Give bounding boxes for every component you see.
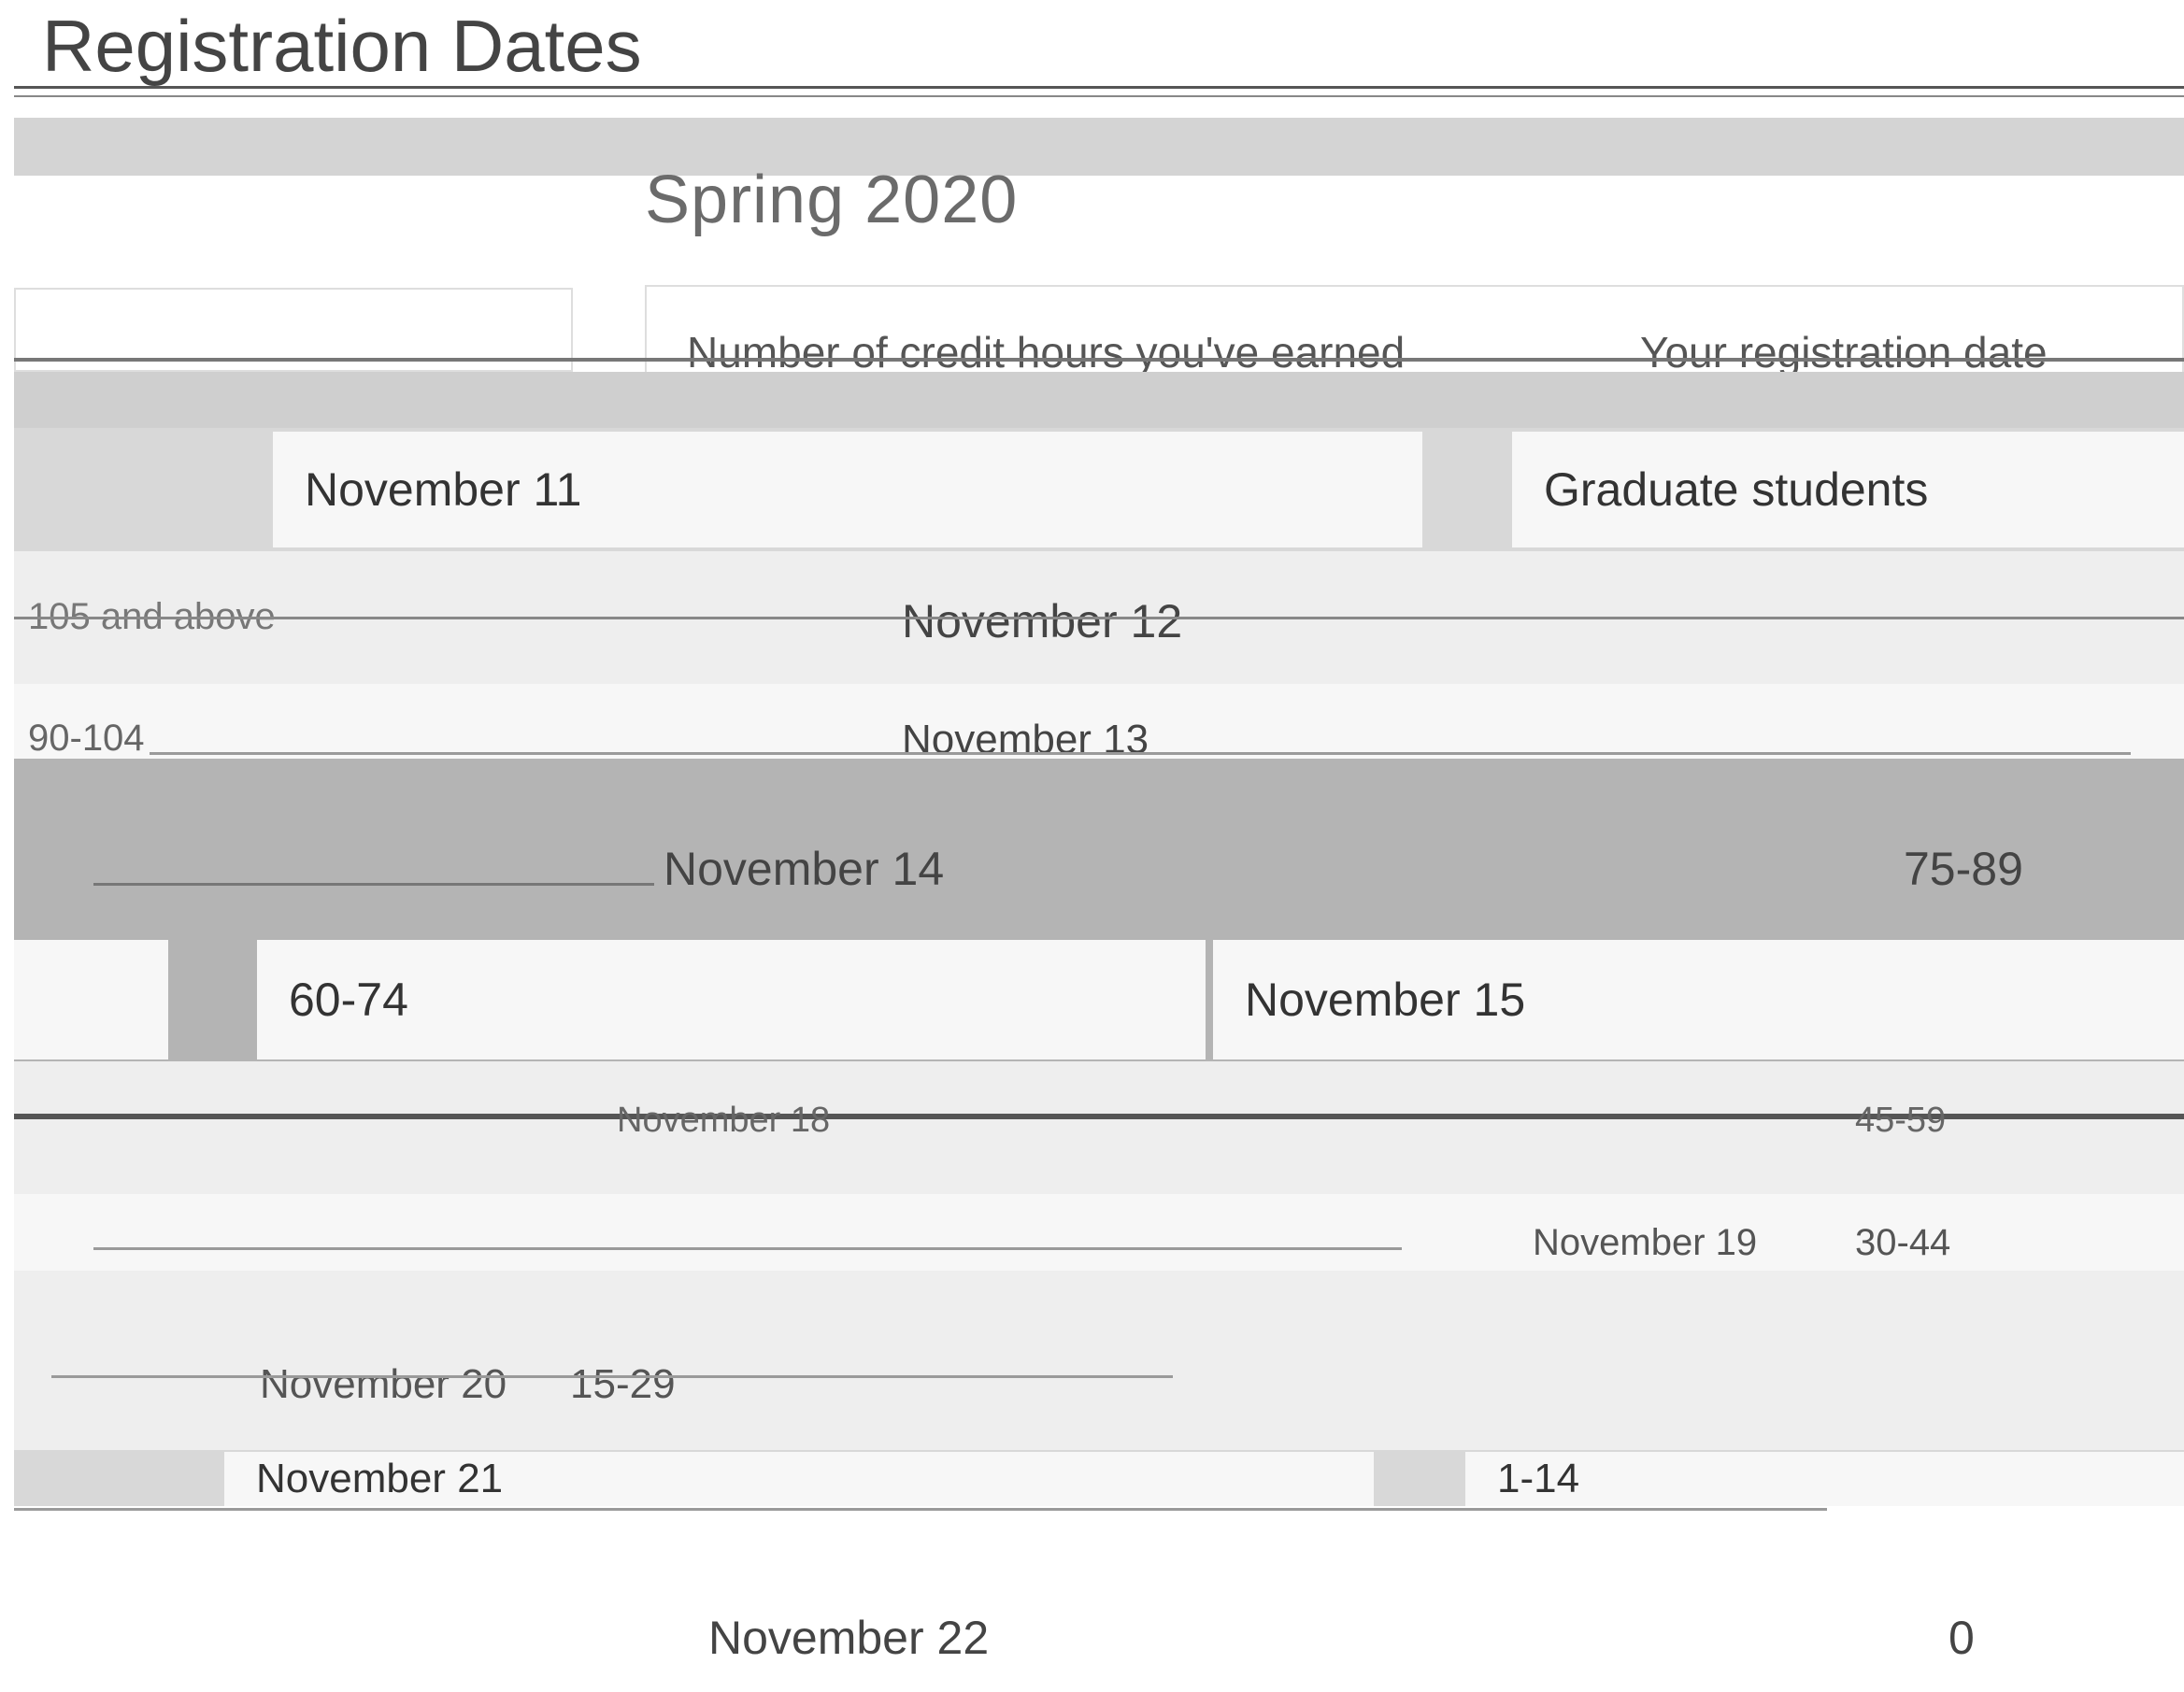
column-header-date: Your registration date: [1640, 328, 2048, 377]
registration-date-text: November 22: [708, 1612, 990, 1664]
credit-hours-text: 30-44: [1855, 1222, 1951, 1263]
credit-hours-cell: 60-74: [257, 940, 1206, 1059]
title-divider-secondary: [14, 95, 2184, 97]
credit-hours-text: 45-59: [1855, 1101, 1947, 1140]
registration-date-text: November 20: [260, 1361, 507, 1407]
credit-hours-cell: Graduate students: [1512, 432, 2184, 547]
credit-hours-text: 75-89: [1904, 843, 2023, 895]
row-divider: [93, 883, 654, 886]
row-divider: [14, 617, 2184, 619]
header-band: [14, 118, 2184, 176]
row-divider: [93, 1247, 1402, 1250]
table-row: [14, 1512, 2184, 1692]
credit-hours-text: 0: [1948, 1612, 1975, 1664]
registration-date-cell: November 15: [1213, 940, 2184, 1059]
registration-date-cell: November 21: [224, 1452, 1374, 1506]
row-divider: [150, 752, 2131, 755]
credit-hours-text: 90-104: [28, 718, 145, 759]
term-heading: Spring 2020: [645, 163, 1019, 237]
table-row: [14, 1271, 2184, 1450]
page-title: Registration Dates: [42, 5, 642, 87]
title-divider: [14, 86, 2184, 89]
credit-hours-cell: 1-14: [1465, 1452, 2184, 1506]
column-header-credits: Number of credit hours you've earned: [687, 328, 1406, 377]
table-row: [14, 759, 2184, 938]
registration-date-text: November 12: [902, 595, 1183, 647]
header-underline-band: [14, 372, 2184, 428]
row-divider: [14, 1508, 1827, 1511]
registration-date-cell: November 11: [273, 432, 1422, 547]
credit-hours-text: 15-29: [570, 1361, 676, 1407]
row-spacer-cell: [14, 940, 168, 1059]
registration-date-text: November 14: [664, 843, 945, 895]
header-underline: [14, 358, 2184, 362]
registration-date-text: November 18: [617, 1101, 831, 1140]
registration-date-text: November 19: [1533, 1222, 1758, 1263]
row-divider: [51, 1375, 1173, 1378]
